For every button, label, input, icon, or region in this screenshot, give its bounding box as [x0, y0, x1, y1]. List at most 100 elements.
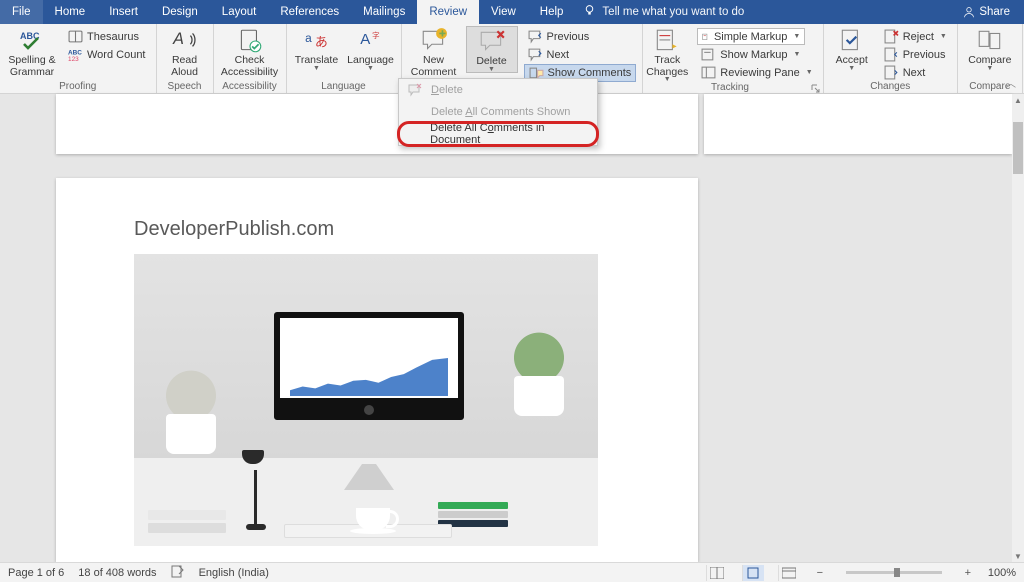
track-changes-icon	[653, 28, 681, 54]
caret-down-icon: ▼	[848, 67, 855, 71]
collapse-ribbon-button[interactable]: ︿	[1006, 75, 1016, 90]
previous-change-button[interactable]: Previous	[880, 46, 951, 63]
delete-comment-menu: Delete Delete All Comments Shown Delete …	[398, 78, 598, 146]
svg-text:字: 字	[372, 30, 380, 40]
zoom-level[interactable]: 100%	[988, 567, 1016, 579]
group-speech: A Read Aloud Speech	[157, 24, 214, 93]
tab-references[interactable]: References	[268, 0, 351, 24]
proofing-status-icon[interactable]	[171, 564, 185, 581]
vertical-scrollbar[interactable]: ▲ ▼	[1012, 94, 1024, 562]
accept-button[interactable]: Accept ▼	[830, 26, 874, 71]
reject-button[interactable]: Reject▼	[880, 28, 951, 45]
accessibility-icon	[236, 28, 264, 54]
tab-home[interactable]: Home	[43, 0, 98, 24]
language-button[interactable]: A字 Language ▼	[347, 26, 395, 71]
tab-view[interactable]: View	[479, 0, 528, 24]
monitor-chart	[290, 358, 448, 396]
tab-help[interactable]: Help	[528, 0, 576, 24]
group-label-proofing: Proofing	[6, 81, 150, 93]
dialog-launcher-tracking[interactable]	[811, 81, 821, 91]
group-label-changes: Changes	[830, 81, 951, 93]
menu-delete-all-shown[interactable]: Delete All Comments Shown	[399, 101, 597, 123]
zoom-in-button[interactable]: +	[962, 567, 974, 579]
word-count-button[interactable]: ABC123 Word Count	[64, 46, 150, 63]
comment-next-icon	[528, 48, 543, 62]
svg-text:✚: ✚	[438, 29, 446, 39]
group-label-speech: Speech	[163, 81, 207, 93]
group-proofing: ABC Spelling & Grammar Thesaurus ABC123 …	[0, 24, 157, 93]
scroll-down-icon[interactable]: ▼	[1012, 550, 1024, 562]
scroll-up-icon[interactable]: ▲	[1012, 94, 1024, 106]
read-aloud-icon: A	[171, 28, 199, 54]
abc-check-icon: ABC	[18, 28, 46, 54]
title-tabs: File Home Insert Design Layout Reference…	[0, 0, 1024, 24]
compare-icon	[976, 28, 1004, 54]
group-tracking: Track Changes ▼ Simple Markup▼ Show Mark…	[642, 24, 823, 93]
tab-insert[interactable]: Insert	[97, 0, 150, 24]
tab-design[interactable]: Design	[150, 0, 210, 24]
reviewing-pane-button[interactable]: Reviewing Pane▼	[697, 64, 816, 81]
new-comment-button[interactable]: ✚ New Comment	[408, 26, 460, 78]
read-aloud-button[interactable]: A Read Aloud	[163, 26, 207, 78]
share-button[interactable]: Share	[949, 6, 1024, 18]
previous-comment-button[interactable]: Previous	[524, 28, 637, 45]
group-language: aあ Translate ▼ A字 Language ▼ Language	[287, 24, 402, 93]
menu-delete-comment[interactable]: Delete	[399, 79, 597, 101]
prev-change-icon	[884, 48, 899, 62]
thesaurus-button[interactable]: Thesaurus	[64, 28, 150, 45]
group-changes: Accept ▼ Reject▼ Previous Next Changes	[824, 24, 958, 93]
tab-layout[interactable]: Layout	[210, 0, 269, 24]
group-label-accessibility: Accessibility	[220, 81, 280, 93]
track-changes-button[interactable]: Track Changes ▼	[643, 26, 691, 82]
menu-delete-all-in-document[interactable]: Delete All Comments in Document	[399, 123, 597, 145]
translate-button[interactable]: aあ Translate ▼	[293, 26, 341, 71]
svg-text:A: A	[172, 30, 184, 48]
group-accessibility: Check Accessibility Accessibility	[214, 24, 287, 93]
comment-delete-icon	[478, 29, 506, 55]
group-label-language: Language	[293, 81, 395, 93]
spelling-grammar-button[interactable]: ABC Spelling & Grammar	[6, 26, 58, 78]
check-accessibility-button[interactable]: Check Accessibility	[220, 26, 280, 78]
zoom-slider[interactable]	[846, 571, 942, 574]
page-title: DeveloperPublish.com	[134, 218, 334, 241]
document-page[interactable]: DeveloperPublish.com	[56, 178, 698, 562]
status-bar: Page 1 of 6 18 of 408 words English (Ind…	[0, 562, 1024, 582]
compare-button[interactable]: Compare ▼	[964, 26, 1016, 71]
page-prev-bottom	[56, 94, 698, 154]
count-icon: ABC123	[68, 48, 83, 62]
language-icon: A字	[357, 28, 385, 54]
reject-icon	[884, 30, 899, 44]
svg-text:123: 123	[68, 56, 79, 62]
view-web-layout[interactable]	[778, 565, 800, 581]
view-print-layout[interactable]	[742, 565, 764, 581]
comment-prev-icon	[528, 30, 543, 44]
status-language[interactable]: English (India)	[199, 567, 269, 579]
status-word-count[interactable]: 18 of 408 words	[78, 567, 156, 579]
show-markup-icon	[701, 48, 716, 62]
tell-me-search[interactable]: Tell me what you want to do	[602, 6, 744, 18]
document-image[interactable]	[134, 254, 598, 546]
tab-mailings[interactable]: Mailings	[351, 0, 417, 24]
tab-review[interactable]: Review	[417, 0, 479, 24]
next-change-button[interactable]: Next	[880, 64, 951, 81]
show-markup-button[interactable]: Show Markup▼	[697, 46, 816, 63]
svg-text:A: A	[360, 31, 371, 48]
page-prev-bottom-right	[704, 94, 1012, 154]
scroll-thumb[interactable]	[1013, 122, 1023, 174]
zoom-out-button[interactable]: −	[814, 567, 826, 579]
view-read-mode[interactable]	[706, 565, 728, 581]
lightbulb-icon	[583, 4, 596, 20]
caret-down-icon: ▼	[313, 67, 320, 71]
comment-delete-icon	[407, 83, 423, 97]
display-for-review-dropdown[interactable]: Simple Markup▼	[697, 28, 805, 45]
next-comment-button[interactable]: Next	[524, 46, 637, 63]
markup-icon	[702, 30, 710, 44]
person-icon	[963, 6, 975, 18]
svg-text:a: a	[305, 31, 312, 45]
book-icon	[68, 30, 83, 44]
caret-down-icon: ▼	[367, 67, 374, 71]
tab-file[interactable]: File	[0, 0, 43, 24]
delete-comment-button[interactable]: Delete ▼	[466, 26, 518, 73]
next-change-icon	[884, 66, 899, 80]
status-page[interactable]: Page 1 of 6	[8, 567, 64, 579]
